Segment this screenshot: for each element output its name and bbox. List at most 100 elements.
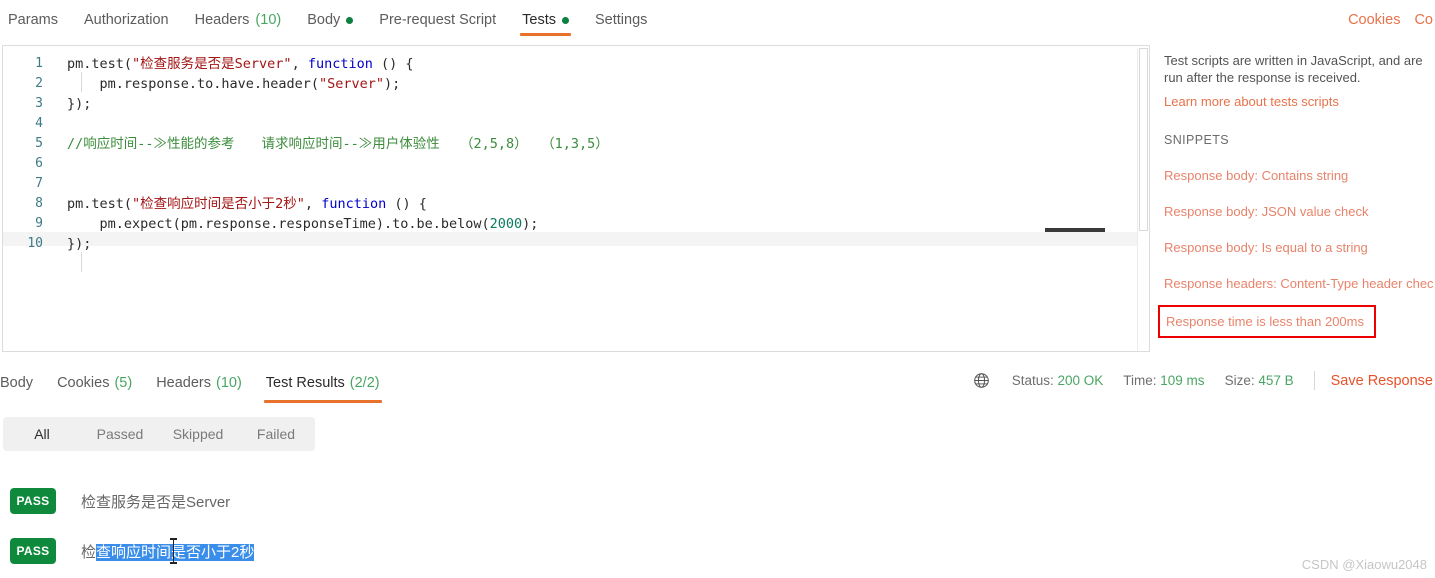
- size-label: Size:: [1224, 373, 1255, 388]
- response-meta-bar: Status: 200 OK Time: 109 ms Size: 457 B …: [973, 371, 1433, 390]
- request-tab-bar: Params Authorization Headers (10) Body P…: [0, 0, 1435, 40]
- code-line[interactable]: 4: [3, 114, 1135, 134]
- postman-tests-panel: Params Authorization Headers (10) Body P…: [0, 0, 1435, 578]
- code-line[interactable]: 7: [3, 174, 1135, 194]
- test-name-selected[interactable]: 检查响应时间是否小于2秒: [81, 537, 255, 564]
- tab-count: (2/2): [349, 375, 380, 391]
- tab-label: Authorization: [83, 12, 169, 28]
- code-line[interactable]: 5 //响应时间--≫性能的参考 请求响应时间--≫用户体验性 （2,5,8） （…: [3, 134, 1135, 154]
- code-line[interactable]: 3});: [3, 94, 1135, 114]
- code-text: //响应时间--≫性能的参考 请求响应时间--≫用户体验性 （2,5,8） （1…: [67, 136, 609, 152]
- status-label: Status:: [1011, 373, 1054, 388]
- tab-count: (10): [255, 12, 282, 28]
- line-number: 9: [35, 216, 43, 231]
- code-text: });: [67, 96, 92, 112]
- line-number: 5: [35, 136, 43, 151]
- learn-more-link[interactable]: Learn more about tests scripts: [1164, 94, 1435, 109]
- tab-settings[interactable]: Settings: [582, 0, 660, 40]
- status-value: 200 OK: [1057, 373, 1104, 388]
- snippet-item[interactable]: Response headers: Content-Type header ch…: [1164, 276, 1435, 291]
- tab-label: Test Results: [265, 375, 345, 391]
- tab-label: Body: [307, 12, 341, 28]
- tab-label: Body: [0, 375, 34, 391]
- time-label: Time:: [1123, 373, 1157, 388]
- code-text: pm.expect(pm.response.responseTime).to.b…: [67, 216, 539, 232]
- response-tab-test-results[interactable]: Test Results (2/2): [254, 366, 392, 403]
- code-line[interactable]: 9 pm.expect(pm.response.responseTime).to…: [3, 214, 1135, 234]
- code-link[interactable]: Co: [1414, 12, 1433, 28]
- editor-vertical-scrollbar[interactable]: [1137, 48, 1148, 351]
- response-tab-headers[interactable]: Headers (10): [144, 366, 254, 400]
- horizontal-scrollbar-thumb[interactable]: [1045, 228, 1105, 232]
- code-line[interactable]: 1 pm.test("检查服务是否是Server", function () {: [3, 54, 1135, 74]
- code-line[interactable]: 8 pm.test("检查响应时间是否小于2秒", function () {: [3, 194, 1135, 214]
- code-text: pm.test("检查服务是否是Server", function () {: [67, 56, 414, 72]
- snippet-item-highlighted[interactable]: Response time is less than 200ms: [1158, 305, 1376, 338]
- editor-scrollbar-thumb[interactable]: [1139, 48, 1148, 231]
- table-row[interactable]: PASS 检查响应时间是否小于2秒: [10, 526, 910, 576]
- response-tab-body[interactable]: Body: [0, 366, 45, 400]
- size-value: 457 B: [1258, 373, 1294, 388]
- code-lines-container[interactable]: 1 pm.test("检查服务是否是Server", function () { 2…: [3, 46, 1135, 351]
- indent-guide: [81, 252, 82, 272]
- test-name-prefix: 检: [81, 543, 97, 561]
- tests-modified-dot-icon: [561, 16, 569, 24]
- snippets-sidebar: Test scripts are written in JavaScript, …: [1158, 52, 1435, 338]
- tab-label: Headers: [194, 12, 250, 28]
- tab-pre-request-script[interactable]: Pre-request Script: [366, 0, 509, 40]
- line-number: 3: [35, 96, 43, 111]
- snippet-item[interactable]: Response body: Contains string: [1164, 168, 1435, 183]
- snippet-item[interactable]: Response body: Is equal to a string: [1164, 240, 1435, 255]
- line-number: 6: [35, 156, 43, 171]
- filter-failed[interactable]: Failed: [237, 426, 315, 442]
- watermark: CSDN @Xiaowu2048: [1301, 557, 1427, 572]
- request-tabbar-actions: Cookies Co: [1348, 0, 1435, 40]
- tab-authorization[interactable]: Authorization: [71, 0, 182, 40]
- tab-params[interactable]: Params: [0, 0, 71, 40]
- save-response-button[interactable]: Save Response: [1331, 373, 1433, 389]
- code-line[interactable]: 2 pm.response.to.have.header("Server");: [3, 74, 1135, 94]
- test-results-list: PASS 检查服务是否是Server PASS 检查响应时间是否小于2秒: [10, 476, 910, 576]
- body-modified-dot-icon: [346, 16, 354, 24]
- tab-label: Params: [8, 12, 58, 28]
- test-result-filters: All Passed Skipped Failed: [3, 417, 315, 451]
- tab-label: Cookies: [57, 375, 110, 391]
- line-number: 2: [35, 76, 43, 91]
- indent-guide: [81, 72, 82, 92]
- table-row[interactable]: PASS 检查服务是否是Server: [10, 476, 910, 526]
- code-line[interactable]: 6: [3, 154, 1135, 174]
- tab-label: Tests: [522, 12, 556, 28]
- status-badge: PASS: [10, 488, 56, 514]
- line-number: 8: [35, 196, 43, 211]
- code-text: pm.response.to.have.header("Server");: [67, 76, 401, 92]
- filter-skipped[interactable]: Skipped: [159, 426, 237, 442]
- test-name[interactable]: 检查服务是否是Server: [81, 491, 230, 512]
- tab-count: (10): [216, 375, 242, 391]
- filter-all[interactable]: All: [3, 426, 81, 442]
- test-name-selection: 查响应时间是否小于2秒: [96, 543, 255, 561]
- response-tab-cookies[interactable]: Cookies (5): [45, 366, 144, 400]
- snippets-description: Test scripts are written in JavaScript, …: [1164, 53, 1423, 85]
- status-meta: Status: 200 OK: [1012, 373, 1104, 388]
- filter-passed[interactable]: Passed: [81, 426, 159, 442]
- snippets-heading: SNIPPETS: [1164, 133, 1230, 147]
- size-meta: Size: 457 B: [1225, 373, 1294, 388]
- cookies-link[interactable]: Cookies: [1348, 12, 1400, 28]
- time-value: 109 ms: [1160, 373, 1205, 388]
- tab-body[interactable]: Body: [294, 0, 366, 40]
- code-line[interactable]: 10});: [3, 234, 1135, 254]
- line-number: 7: [35, 176, 43, 191]
- snippet-item[interactable]: Response body: JSON value check: [1164, 204, 1435, 219]
- tests-script-editor[interactable]: 1 pm.test("检查服务是否是Server", function () { 2…: [2, 45, 1150, 352]
- globe-icon[interactable]: [973, 372, 990, 389]
- tab-headers[interactable]: Headers (10): [182, 0, 295, 40]
- tab-tests[interactable]: Tests: [509, 0, 582, 40]
- tab-label: Headers: [156, 375, 211, 391]
- code-text: pm.test("检查响应时间是否小于2秒", function () {: [67, 196, 427, 212]
- code-text: });: [67, 236, 92, 252]
- text-cursor: [170, 537, 177, 564]
- line-number: 1: [35, 56, 43, 71]
- status-badge: PASS: [10, 538, 56, 564]
